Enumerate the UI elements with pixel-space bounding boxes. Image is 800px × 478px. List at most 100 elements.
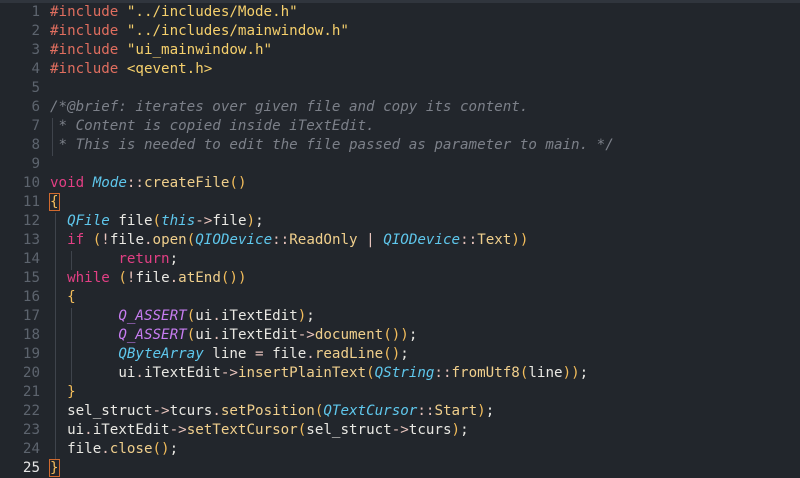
code-line[interactable]: 7 * Content is copied inside iTextEdit. — [0, 117, 800, 136]
line-number: 14 — [22, 251, 40, 267]
code-text: #include <qevent.h> — [50, 60, 212, 79]
code-token: sel_struct — [50, 403, 153, 419]
code-token: file — [50, 441, 102, 457]
code-token: line — [528, 365, 563, 381]
code-token: . — [212, 403, 221, 419]
code-token: ui — [50, 365, 136, 381]
code-token: ( — [118, 270, 127, 286]
line-number: 11 — [22, 194, 40, 210]
code-token: while — [67, 270, 110, 286]
code-token: ; — [485, 403, 495, 419]
code-token: ui — [195, 327, 213, 343]
code-token: iTextEdit — [143, 365, 221, 381]
code-line[interactable]: 12 QFile file(this->file); — [0, 212, 800, 231]
code-token: ; — [400, 346, 409, 362]
code-token: #include — [50, 61, 127, 77]
code-token: setTextCursor — [186, 422, 298, 438]
code-token: file — [263, 346, 307, 362]
line-number: 2 — [31, 23, 40, 39]
code-line[interactable]: 9 — [0, 155, 800, 174]
line-number: 22 — [22, 403, 40, 419]
code-line[interactable]: 25} — [0, 459, 800, 478]
code-line[interactable]: 23 ui.iTextEdit->setTextCursor(sel_struc… — [0, 421, 800, 440]
code-token: void — [50, 175, 93, 191]
code-token: -> — [169, 422, 187, 438]
code-token: { — [49, 193, 60, 211]
code-token: "ui_mainwindow.h" — [126, 42, 273, 58]
code-line[interactable]: 10 void Mode::createFile() — [0, 174, 800, 193]
code-token: () — [229, 175, 247, 191]
line-number: 3 — [31, 42, 40, 58]
code-line[interactable]: 1 #include "../includes/Mode.h" — [0, 3, 800, 22]
code-line[interactable]: 22 sel_struct->tcurs.setPosition(QTextCu… — [0, 402, 800, 421]
line-number: 16 — [22, 289, 40, 305]
code-text: { — [49, 193, 60, 212]
code-line[interactable]: 11 { — [0, 193, 800, 212]
code-line[interactable]: 15 while (!file.atEnd()) — [0, 269, 800, 288]
code-token: :: — [126, 175, 144, 191]
code-token: = — [255, 346, 264, 362]
line-number: 4 — [31, 61, 40, 77]
code-line[interactable]: 5 — [0, 79, 800, 98]
code-line[interactable]: 19 QByteArray line = file.readLine(); — [0, 345, 800, 364]
code-token: #include — [50, 23, 127, 39]
line-number: 12 — [22, 213, 40, 229]
code-token: . — [101, 441, 110, 457]
code-token: QIODevice — [195, 232, 273, 248]
code-token: open — [152, 232, 187, 248]
code-token: ( — [297, 422, 307, 438]
code-line[interactable]: 14 return; — [0, 250, 800, 269]
code-token: ) — [451, 422, 461, 438]
code-token: QString — [374, 365, 435, 381]
code-text: ui.iTextEdit->insertPlainText(QString::f… — [50, 364, 588, 383]
code-token: file — [212, 213, 247, 229]
line-number: 24 — [22, 441, 40, 457]
code-line[interactable]: 4 #include <qevent.h> — [0, 60, 800, 79]
code-token: #include — [50, 4, 127, 20]
line-number: 13 — [22, 232, 40, 248]
code-token: #include — [50, 42, 127, 58]
code-token: "../includes/Mode.h" — [126, 4, 298, 20]
code-text: ui.iTextEdit->setTextCursor(sel_struct->… — [50, 421, 469, 440]
code-line[interactable]: 2 #include "../includes/mainwindow.h" — [0, 22, 800, 41]
code-token: ! — [101, 232, 110, 248]
code-token: | — [366, 232, 375, 248]
code-line[interactable]: 21 } — [0, 383, 800, 402]
line-number: 23 — [22, 422, 40, 438]
code-token: ( — [366, 365, 375, 381]
code-token: Mode — [92, 175, 127, 191]
code-token: close — [109, 441, 153, 457]
code-token: . — [144, 232, 153, 248]
code-token: * This is needed to edit the file passed… — [50, 137, 614, 153]
line-number: 5 — [31, 80, 40, 96]
code-line[interactable]: 17 Q_ASSERT(ui.iTextEdit); — [0, 307, 800, 326]
code-line[interactable]: 6 /*@brief: iterates over given file and … — [0, 98, 800, 117]
code-text: return; — [50, 250, 178, 269]
code-token: -> — [391, 422, 409, 438]
code-line[interactable]: 8 * This is needed to edit the file pass… — [0, 136, 800, 155]
code-token: . — [84, 422, 93, 438]
code-line[interactable]: 18 Q_ASSERT(ui.iTextEdit->document()); — [0, 326, 800, 345]
line-number: 1 — [31, 4, 40, 20]
code-line[interactable]: 13 if (!file.open(QIODevice::ReadOnly | … — [0, 231, 800, 250]
line-number: 19 — [22, 346, 40, 362]
code-token: QByteArray — [118, 346, 204, 362]
code-token: <qevent.h> — [126, 61, 213, 77]
line-number: 8 — [31, 137, 40, 153]
code-line[interactable]: 3 #include "ui_mainwindow.h" — [0, 41, 800, 60]
code-token: . — [212, 327, 221, 343]
code-token: :: — [272, 232, 290, 248]
code-line[interactable]: 24 file.close(); — [0, 440, 800, 459]
code-line[interactable]: 16 { — [0, 288, 800, 307]
code-token: createFile — [143, 175, 230, 191]
code-line[interactable]: 20 ui.iTextEdit->insertPlainText(QString… — [0, 364, 800, 383]
code-token: ( — [92, 232, 102, 248]
code-token: setPosition — [220, 403, 315, 419]
code-token: () — [383, 346, 401, 362]
code-token: iTextEdit — [220, 327, 298, 343]
code-editor[interactable]: 1 #include "../includes/Mode.h" 2 #include … — [0, 0, 800, 478]
